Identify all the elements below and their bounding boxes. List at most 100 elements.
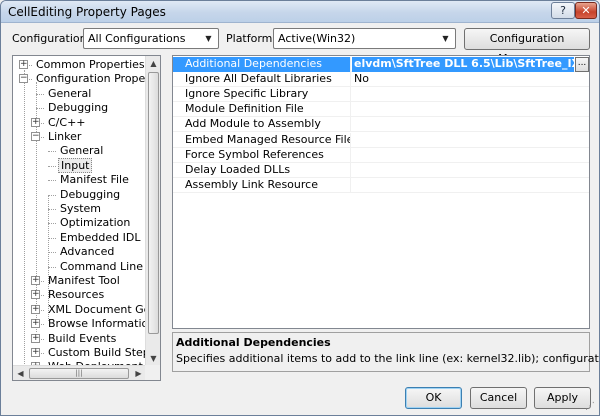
tree-item[interactable]: General <box>58 144 105 158</box>
tree-item[interactable]: Optimization <box>58 216 132 230</box>
property-row[interactable]: Force Symbol References <box>173 147 589 163</box>
property-name: Force Symbol References <box>173 147 351 163</box>
property-value[interactable] <box>352 117 588 132</box>
tree-item[interactable]: General <box>46 87 93 101</box>
tree-item-label: Custom Build Step <box>48 346 146 359</box>
resize-grip-icon[interactable]: ⋰ <box>585 401 597 413</box>
property-name: Embed Managed Resource File <box>173 132 351 148</box>
tree-item[interactable]: Manifest File <box>58 173 131 187</box>
property-tree[interactable]: +Common Properties−Configuration Propert… <box>12 55 161 381</box>
tree-item[interactable]: System <box>58 202 103 216</box>
tree-vertical-scroll-thumb[interactable] <box>148 72 159 334</box>
property-value[interactable] <box>352 148 588 163</box>
property-row[interactable]: Assembly Link Resource <box>173 177 589 193</box>
tree-item[interactable]: Debugging <box>46 101 110 115</box>
scroll-down-icon[interactable]: ▼ <box>146 351 160 366</box>
tree-item[interactable]: Linker <box>46 130 83 144</box>
property-value[interactable]: elvdm\SftTree DLL 6.5\Lib\SftTree_IX86_A… <box>352 57 574 72</box>
cancel-button[interactable]: Cancel <box>470 387 527 409</box>
tree-item-label: Embedded IDL <box>60 230 141 244</box>
tree-item-label: Optimization <box>60 216 131 230</box>
platform-value: Active(Win32) <box>278 32 356 45</box>
property-value[interactable] <box>352 163 588 178</box>
tree-item[interactable]: Debugging <box>58 188 122 202</box>
tree-horizontal-scrollbar[interactable]: ◀ ||| ▶ <box>13 365 146 380</box>
tree-item[interactable]: XML Document Genera <box>46 303 146 317</box>
expand-icon[interactable]: + <box>19 60 28 69</box>
tree-item[interactable]: Resources <box>46 288 106 302</box>
configuration-manager-button[interactable]: Configuration Manager... <box>464 28 590 65</box>
edit-value-button[interactable]: ... <box>575 57 589 72</box>
property-row[interactable]: Ignore All Default Libraries No <box>173 72 589 88</box>
tree-item-label: General <box>48 86 92 100</box>
configuration-value: All Configurations <box>88 32 186 45</box>
tree-item[interactable]: Input <box>58 157 93 173</box>
configuration-label: Configuration: <box>12 32 91 45</box>
expand-icon[interactable]: + <box>31 304 40 314</box>
collapse-icon[interactable]: − <box>31 132 40 141</box>
ok-button[interactable]: OK <box>405 387 462 409</box>
scrollbar-corner <box>145 365 160 380</box>
tree-vertical-scrollbar[interactable]: ▲ ▼ <box>145 56 160 366</box>
expand-icon[interactable]: + <box>31 319 40 329</box>
tree-item-label: Input <box>58 157 93 173</box>
configuration-dropdown[interactable]: All Configurations ▼ <box>83 28 219 49</box>
help-button[interactable]: ? <box>551 2 575 19</box>
property-value[interactable] <box>352 178 588 193</box>
property-name: Module Definition File <box>173 102 351 118</box>
expand-icon[interactable]: + <box>31 117 40 127</box>
property-value[interactable] <box>352 102 588 117</box>
expand-icon[interactable]: + <box>31 290 40 300</box>
tree-item-label: Debugging <box>48 101 109 115</box>
window-title: CellEditing Property Pages <box>8 5 166 19</box>
collapse-icon[interactable]: − <box>19 74 28 84</box>
tree-item-label: Manifest Tool <box>48 274 120 287</box>
property-row[interactable]: Embed Managed Resource File <box>173 132 589 148</box>
title-bar[interactable]: CellEditing Property Pages ? ✕ <box>1 1 599 23</box>
dropdown-arrow-icon: ▼ <box>205 34 212 43</box>
tree-item-label: Browse Information <box>48 317 146 331</box>
tree-item[interactable]: Embedded IDL <box>58 231 142 245</box>
tree-item-label: XML Document Genera <box>48 302 146 316</box>
tree-items: +Common Properties−Configuration Propert… <box>13 56 146 366</box>
property-name: Delay Loaded DLLs <box>173 162 351 178</box>
close-icon: ✕ <box>581 4 591 17</box>
property-value[interactable]: No <box>352 72 588 87</box>
tree-item-label: Common Properties <box>36 58 145 71</box>
property-name: Ignore All Default Libraries <box>173 72 351 88</box>
property-row[interactable]: Ignore Specific Library <box>173 87 589 103</box>
tree-item[interactable]: Build Events <box>46 332 118 346</box>
tree-item[interactable]: Common Properties <box>34 58 146 72</box>
tree-item-label: Advanced <box>60 245 115 259</box>
tree-item[interactable]: Configuration Properties <box>34 72 146 86</box>
property-row[interactable]: Additional Dependencies elvdm\SftTree DLL… <box>173 57 589 72</box>
tree-horizontal-scroll-thumb[interactable]: ||| <box>29 368 129 379</box>
platform-dropdown[interactable]: Active(Win32) ▼ <box>273 28 456 49</box>
property-value[interactable] <box>352 87 588 102</box>
expand-icon[interactable]: + <box>31 333 40 343</box>
property-row[interactable]: Delay Loaded DLLs <box>173 162 589 178</box>
tree-item[interactable]: Browse Information <box>46 317 146 331</box>
tree-item-label: Manifest File <box>60 173 129 187</box>
property-row[interactable]: Add Module to Assembly <box>173 117 589 133</box>
description-panel: Additional Dependencies Specifies additi… <box>172 332 599 372</box>
property-name: Additional Dependencies <box>173 57 351 72</box>
tree-item[interactable]: C/C++ <box>46 116 88 130</box>
expand-icon[interactable]: + <box>31 348 40 357</box>
scroll-left-icon[interactable]: ◀ <box>13 366 28 380</box>
apply-button[interactable]: Apply <box>534 387 591 409</box>
tree-item[interactable]: Advanced <box>58 245 116 259</box>
property-row[interactable]: Module Definition File <box>173 102 589 118</box>
tree-item-label: C/C++ <box>48 115 86 129</box>
tree-item[interactable]: Custom Build Step <box>46 346 146 360</box>
tree-item[interactable]: Manifest Tool <box>46 274 122 288</box>
description-text: Specifies additional items to add to the… <box>176 352 599 365</box>
tree-item-label: Debugging <box>60 187 121 201</box>
close-button[interactable]: ✕ <box>575 2 597 19</box>
scroll-up-icon[interactable]: ▲ <box>146 56 160 71</box>
property-value[interactable] <box>352 133 588 148</box>
scroll-right-icon[interactable]: ▶ <box>131 366 146 380</box>
expand-icon[interactable]: + <box>31 276 40 285</box>
tree-item[interactable]: Command Line <box>58 260 145 274</box>
property-grid[interactable]: Additional Dependencies elvdm\SftTree DLL… <box>172 55 590 329</box>
